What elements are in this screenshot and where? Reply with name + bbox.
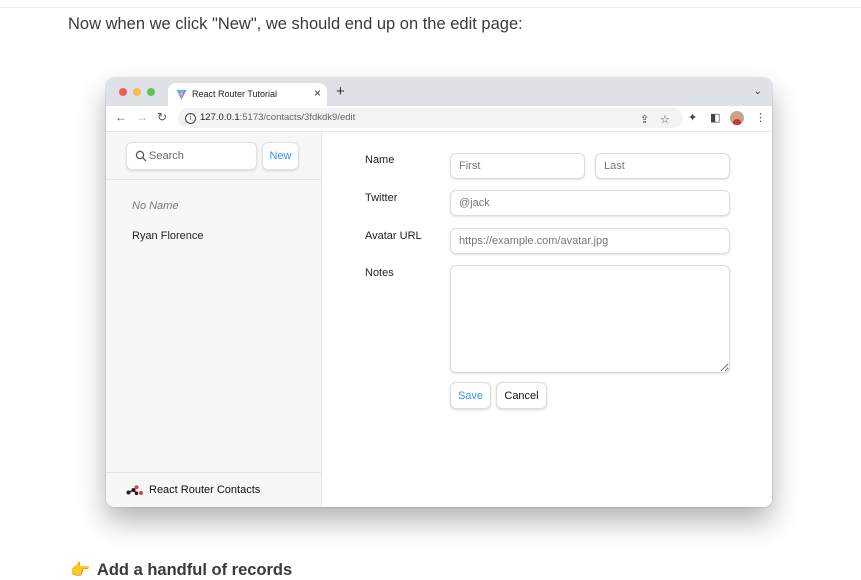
avatar-url-input[interactable] — [450, 228, 730, 254]
contact-item-ryan-florence[interactable]: Ryan Florence — [132, 230, 204, 242]
app-name: React Router Contacts — [149, 484, 261, 496]
tab-search-chevron-icon[interactable]: ⌄ — [754, 86, 762, 97]
site-info-icon[interactable]: i — [185, 113, 196, 124]
profile-avatar[interactable] — [730, 111, 744, 125]
avatar-url-label: Avatar URL — [365, 230, 422, 242]
browser-toolbar: ← → ↻ i 127.0.0.1:5173/contacts/3fdkdk9/… — [106, 106, 772, 132]
sidebar: New No Name Ryan Florence React Router C… — [106, 132, 322, 507]
notes-label: Notes — [365, 267, 394, 279]
url-text[interactable]: 127.0.0.1:5173/contacts/3fdkdk9/edit — [200, 112, 355, 123]
extensions-puzzle-icon[interactable]: ✦ — [688, 111, 697, 124]
back-arrow-icon[interactable]: ← — [115, 110, 127, 124]
search-box[interactable] — [126, 142, 257, 170]
twitter-input[interactable] — [450, 190, 730, 216]
contact-item-no-name[interactable]: No Name — [132, 200, 178, 212]
last-name-input[interactable] — [595, 153, 730, 179]
sidebar-footer: React Router Contacts — [106, 472, 321, 507]
top-divider — [0, 7, 861, 8]
tab-react-router-tutorial[interactable]: React Router Tutorial × — [168, 83, 327, 106]
tab-strip: React Router Tutorial × + ⌄ — [106, 78, 772, 106]
address-bar[interactable]: i 127.0.0.1:5173/contacts/3fdkdk9/edit ⇪… — [178, 108, 683, 128]
reload-icon[interactable]: ↻ — [157, 110, 167, 124]
twitter-label: Twitter — [365, 192, 398, 204]
next-step-heading: 👉 Add a handful of records — [70, 560, 292, 580]
sidebar-divider — [106, 179, 321, 180]
maximize-window-button[interactable] — [147, 88, 155, 96]
side-panel-icon[interactable]: ◧ — [710, 111, 720, 124]
more-menu-icon[interactable]: ⋮ — [755, 111, 766, 124]
edit-contact-form: Name Twitter Avatar URL Notes Save Cance… — [322, 132, 772, 507]
bookmark-star-icon[interactable]: ☆ — [660, 113, 670, 126]
new-contact-button[interactable]: New — [262, 142, 299, 170]
save-button[interactable]: Save — [450, 382, 491, 409]
forward-arrow-icon[interactable]: → — [136, 110, 148, 124]
first-name-input[interactable] — [450, 153, 585, 179]
cancel-button[interactable]: Cancel — [496, 382, 547, 409]
tab-title: React Router Tutorial — [192, 89, 278, 99]
react-router-logo-icon — [126, 485, 143, 496]
notes-textarea[interactable] — [450, 265, 730, 373]
name-label: Name — [365, 154, 395, 166]
tab-close-icon[interactable]: × — [314, 86, 321, 100]
minimize-window-button[interactable] — [133, 88, 141, 96]
pointing-hand-icon: 👉 — [70, 562, 90, 579]
search-icon — [135, 150, 147, 162]
intro-text: Now when we click "New", we should end u… — [68, 15, 523, 33]
new-tab-icon[interactable]: + — [336, 83, 345, 100]
vite-logo-icon — [176, 89, 187, 100]
search-input[interactable] — [149, 147, 249, 165]
browser-window: React Router Tutorial × + ⌄ ← → ↻ i 127.… — [106, 78, 772, 507]
share-icon[interactable]: ⇪ — [640, 113, 649, 126]
close-window-button[interactable] — [119, 88, 127, 96]
